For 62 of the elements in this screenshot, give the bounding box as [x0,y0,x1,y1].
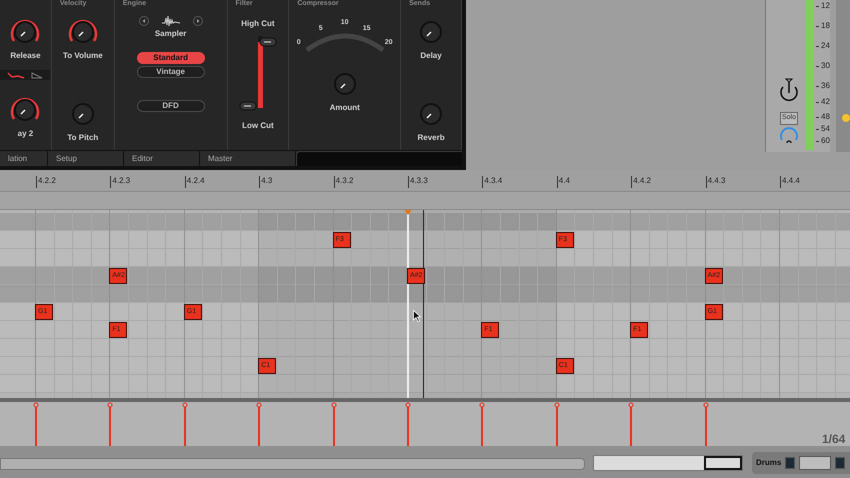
mouse-cursor-icon [413,310,421,322]
velocity-stem[interactable] [628,402,634,446]
meter-scale-label: 12 [821,1,830,11]
engine-mode-button[interactable]: Vintage [136,66,205,78]
meter-scale-label: 54 [821,124,830,134]
indicator-light-icon [842,114,850,122]
knob-label: Reverb [417,132,445,144]
track-name: Drums [756,457,782,469]
panel-tab[interactable]: Editor [124,151,200,166]
knob-label: ay 2 [18,128,34,140]
marker-triangle-icon[interactable] [404,210,412,215]
engine-mode-button[interactable]: Standard [136,52,205,64]
waveform-icon [160,14,181,28]
panel-tab[interactable]: Master [200,151,296,166]
headphone-knob-icon[interactable] [778,126,800,146]
grid-resolution-label: 1/64 [822,431,846,448]
knob-label: To Pitch [67,132,98,144]
knob-label: Release [10,50,41,62]
meter-scale-label: 24 [821,41,830,51]
meter-scale-label: 48 [821,112,830,122]
ruler-label: 4.4.4 [782,176,800,186]
meter-scale-label: 60 [821,136,830,146]
velocity-stem[interactable] [405,402,411,446]
clip-thumbnail [799,456,832,470]
meter-scale-label: 36 [821,81,830,91]
ruler-label: 4.3.2 [336,176,354,186]
panel-tab[interactable]: lation [0,151,48,166]
overview-selection-frame[interactable] [704,456,742,470]
panel-tab[interactable]: Setup [48,151,124,166]
knob-label: Delay [420,50,442,62]
velocity-stem[interactable] [256,402,262,446]
ruler-label: 4.3 [261,176,272,186]
ruler-label: 4.3.3 [410,176,428,186]
knob-label: To Volume [62,50,103,62]
track-color-swatch [785,457,796,469]
velocity-stem[interactable] [330,402,337,446]
velocity-stem[interactable] [33,402,39,446]
ruler-label: 4.2.4 [186,176,205,186]
stopwatch-icon[interactable] [778,78,800,102]
envelope-shape-icon[interactable] [0,70,50,80]
meter-scale-label: 18 [821,21,830,31]
ruler-label: 4.3.4 [484,176,502,186]
velocity-stem[interactable] [182,402,188,446]
clip-overview[interactable] [593,455,743,471]
high-cut-label: High Cut [241,18,275,30]
low-cut-label: Low Cut [242,120,274,132]
engine-name: Sampler [154,28,186,40]
velocity-stem[interactable] [479,402,486,446]
dfd-button[interactable]: DFD [136,100,205,112]
meter-scale-label: 30 [821,61,830,71]
velocity-stem[interactable] [702,402,709,446]
knob-label: Amount [330,102,360,114]
ruler-label: 4.4 [558,176,570,186]
ruler-label: 4.4.3 [708,176,726,186]
velocity-stem[interactable] [554,402,560,446]
ruler-label: 4.2.3 [112,176,130,186]
ruler-label: 4.4.2 [633,176,651,186]
meter-scale-label: 42 [821,97,830,107]
velocity-stem[interactable] [107,402,114,446]
track-color-swatch [835,457,846,469]
ruler-label: 4.2.2 [38,176,56,186]
horizontal-scrollbar[interactable] [0,458,585,470]
